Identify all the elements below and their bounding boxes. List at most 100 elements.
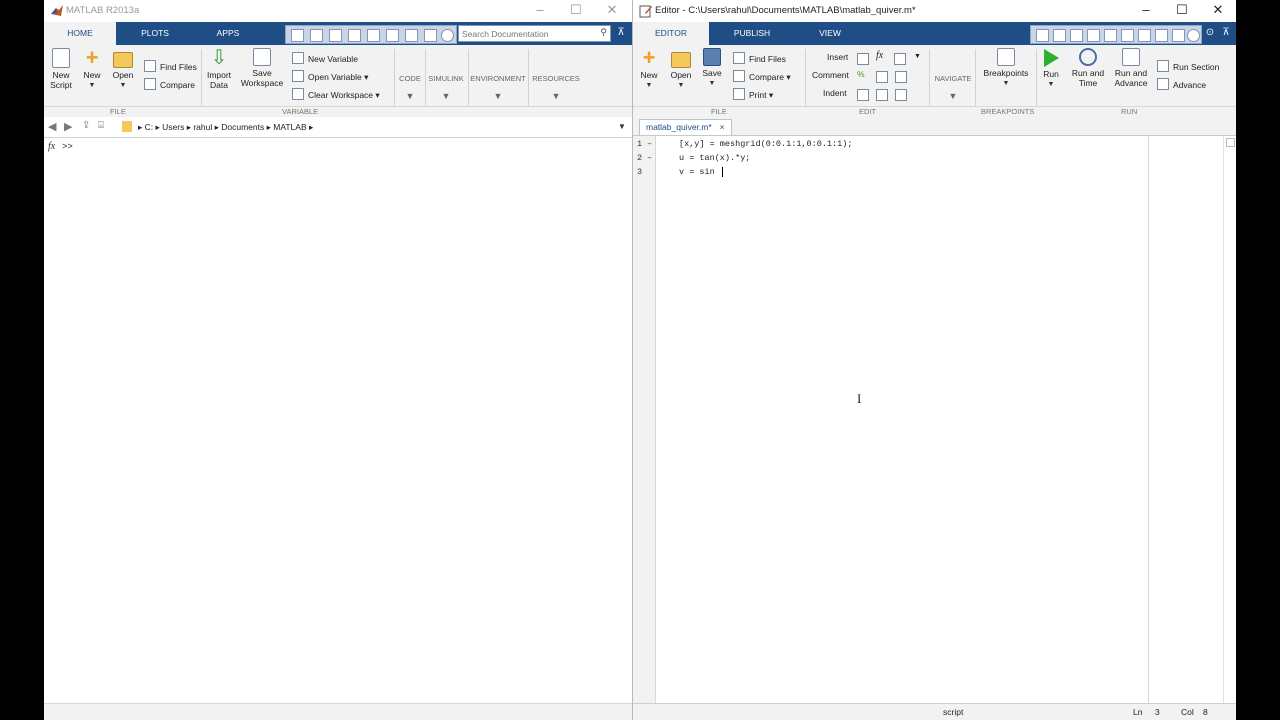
- command-window[interactable]: fx >>: [44, 138, 632, 720]
- comment-button[interactable]: Comment: [812, 70, 849, 80]
- new-script-button[interactable]: New Script: [48, 48, 74, 90]
- tab-editor[interactable]: EDITOR: [633, 22, 709, 45]
- tab-plots[interactable]: PLOTS: [120, 22, 190, 45]
- clear-workspace-button[interactable]: Clear Workspace ▾: [292, 88, 380, 101]
- tab-view[interactable]: VIEW: [795, 22, 865, 45]
- qat-paste-icon[interactable]: [1104, 29, 1117, 42]
- qat-switch-windows-icon[interactable]: [1155, 29, 1168, 42]
- qat-layout-icon[interactable]: [1036, 29, 1049, 42]
- qat-undo-icon[interactable]: [386, 29, 399, 42]
- wrap-comment-icon[interactable]: [895, 71, 907, 83]
- tab-publish[interactable]: PUBLISH: [715, 22, 789, 45]
- run-section-button[interactable]: Run Section: [1157, 60, 1219, 72]
- run-button[interactable]: Run ▼: [1039, 48, 1063, 90]
- run-and-advance-button[interactable]: Run and Advance: [1111, 48, 1151, 88]
- qat-dock-icon[interactable]: [1172, 29, 1185, 42]
- smart-indent-icon[interactable]: [857, 89, 869, 101]
- insert-function-icon[interactable]: fx: [876, 50, 883, 61]
- find-files-button[interactable]: Find Files: [733, 52, 786, 64]
- scroll-thumb[interactable]: [1226, 138, 1235, 147]
- document-tab[interactable]: matlab_quiver.m* ×: [639, 119, 732, 135]
- section-simulink[interactable]: SIMULINK ▼: [426, 74, 466, 101]
- fx-icon[interactable]: fx: [48, 141, 55, 152]
- comment-icon[interactable]: %: [857, 69, 865, 79]
- insert-button[interactable]: Insert: [827, 52, 848, 62]
- settings-icon[interactable]: ⊙: [1203, 26, 1217, 40]
- path-dropdown-icon[interactable]: ▼: [618, 122, 626, 131]
- compare-button[interactable]: Compare ▾: [733, 70, 791, 83]
- code-editor[interactable]: 1 – [x,y] = meshgrid(0:0.1:1,0:0.1:1); 2…: [633, 136, 1224, 704]
- search-input[interactable]: [459, 26, 595, 41]
- decrease-indent-icon[interactable]: [895, 89, 907, 101]
- qat-undo-icon[interactable]: [1121, 29, 1134, 42]
- print-button[interactable]: Print ▾: [733, 88, 773, 101]
- run-and-time-button[interactable]: Run and Time: [1069, 48, 1107, 88]
- breakpoints-button[interactable]: Breakpoints ▼: [980, 48, 1032, 89]
- forward-arrow-icon[interactable]: ▶: [64, 120, 72, 133]
- back-arrow-icon[interactable]: ◀: [48, 120, 56, 133]
- save-workspace-button[interactable]: Save Workspace: [238, 48, 286, 88]
- section-environment[interactable]: ENVIRONMENT ▼: [469, 74, 527, 101]
- breadcrumb[interactable]: ▸ C: ▸ Users ▸ rahul ▸ Documents ▸ MATLA…: [138, 122, 313, 133]
- help-icon[interactable]: [1187, 29, 1200, 42]
- new-variable-button[interactable]: New Variable: [292, 52, 358, 64]
- minimize-button[interactable]: –: [1128, 0, 1164, 22]
- qat-copy-icon[interactable]: [348, 29, 361, 42]
- qat-save-icon[interactable]: [310, 29, 323, 42]
- save-button[interactable]: Save ▼: [700, 48, 724, 89]
- open-variable-button[interactable]: Open Variable ▾: [292, 70, 368, 83]
- separator: [975, 49, 976, 113]
- qat-save-icon[interactable]: [1053, 29, 1066, 42]
- uncomment-icon[interactable]: [876, 71, 888, 83]
- new-button[interactable]: + New ▼: [637, 47, 661, 91]
- up-folder-icon[interactable]: ⇪: [82, 120, 90, 131]
- qat-cut-icon[interactable]: [1070, 29, 1083, 42]
- close-tab-icon[interactable]: ×: [720, 122, 725, 132]
- help-icon[interactable]: [441, 29, 454, 42]
- qat-redo-icon[interactable]: [1138, 29, 1151, 42]
- maximize-button[interactable]: ☐: [1164, 0, 1200, 22]
- search-documentation[interactable]: ⚲: [458, 25, 611, 42]
- minimize-button[interactable]: –: [522, 0, 558, 22]
- document-tab-strip: matlab_quiver.m* ×: [633, 117, 1236, 136]
- qat-copy-icon[interactable]: [1087, 29, 1100, 42]
- vertical-scrollbar[interactable]: [1223, 136, 1236, 704]
- qat-switch-windows-icon[interactable]: [424, 29, 437, 42]
- new-button[interactable]: + New ▼: [80, 47, 104, 91]
- qat-redo-icon[interactable]: [405, 29, 418, 42]
- insert-option-icon[interactable]: [894, 53, 906, 65]
- browse-folder-icon[interactable]: ⌸: [98, 120, 104, 131]
- open-button[interactable]: Open ▼: [111, 48, 135, 91]
- breakpoint-marker[interactable]: –: [647, 139, 652, 149]
- find-files-button[interactable]: Find Files: [144, 60, 197, 72]
- code-line[interactable]: u = tan(x).*y;: [679, 153, 750, 163]
- code-line[interactable]: [x,y] = meshgrid(0:0.1:1,0:0.1:1);: [679, 139, 852, 149]
- close-button[interactable]: ✕: [594, 0, 630, 22]
- breakpoint-marker[interactable]: –: [647, 153, 652, 163]
- quick-access-toolbar: [285, 25, 457, 44]
- qat-layout-icon[interactable]: [291, 29, 304, 42]
- close-button[interactable]: ✕: [1200, 0, 1236, 22]
- search-icon[interactable]: ⚲: [600, 27, 607, 38]
- code-line[interactable]: v = sin: [679, 167, 715, 177]
- section-code[interactable]: CODE ▼: [396, 74, 424, 101]
- indent-button[interactable]: Indent: [823, 88, 847, 98]
- status-ln-label: Ln: [1133, 707, 1143, 717]
- chevron-down-icon: ▼: [88, 82, 96, 89]
- advance-button[interactable]: Advance: [1157, 78, 1206, 90]
- section-navigate[interactable]: NAVIGATE ▼: [931, 74, 975, 101]
- increase-indent-icon[interactable]: [876, 89, 888, 101]
- tab-apps[interactable]: APPS: [194, 22, 262, 45]
- open-button[interactable]: Open ▼: [669, 48, 693, 91]
- section-resources[interactable]: RESOURCES ▼: [531, 74, 581, 101]
- import-data-button[interactable]: ⇩ Import Data: [204, 48, 234, 90]
- qat-cut-icon[interactable]: [329, 29, 342, 42]
- insert-dropdown-icon[interactable]: ▼: [914, 53, 921, 60]
- maximize-button[interactable]: ☐: [558, 0, 594, 22]
- tab-home[interactable]: HOME: [44, 22, 116, 45]
- collapse-ribbon-icon[interactable]: ⊼: [614, 26, 628, 40]
- insert-section-icon[interactable]: [857, 53, 869, 65]
- compare-button[interactable]: Compare: [144, 78, 195, 90]
- collapse-ribbon-icon[interactable]: ⊼: [1219, 26, 1233, 40]
- qat-paste-icon[interactable]: [367, 29, 380, 42]
